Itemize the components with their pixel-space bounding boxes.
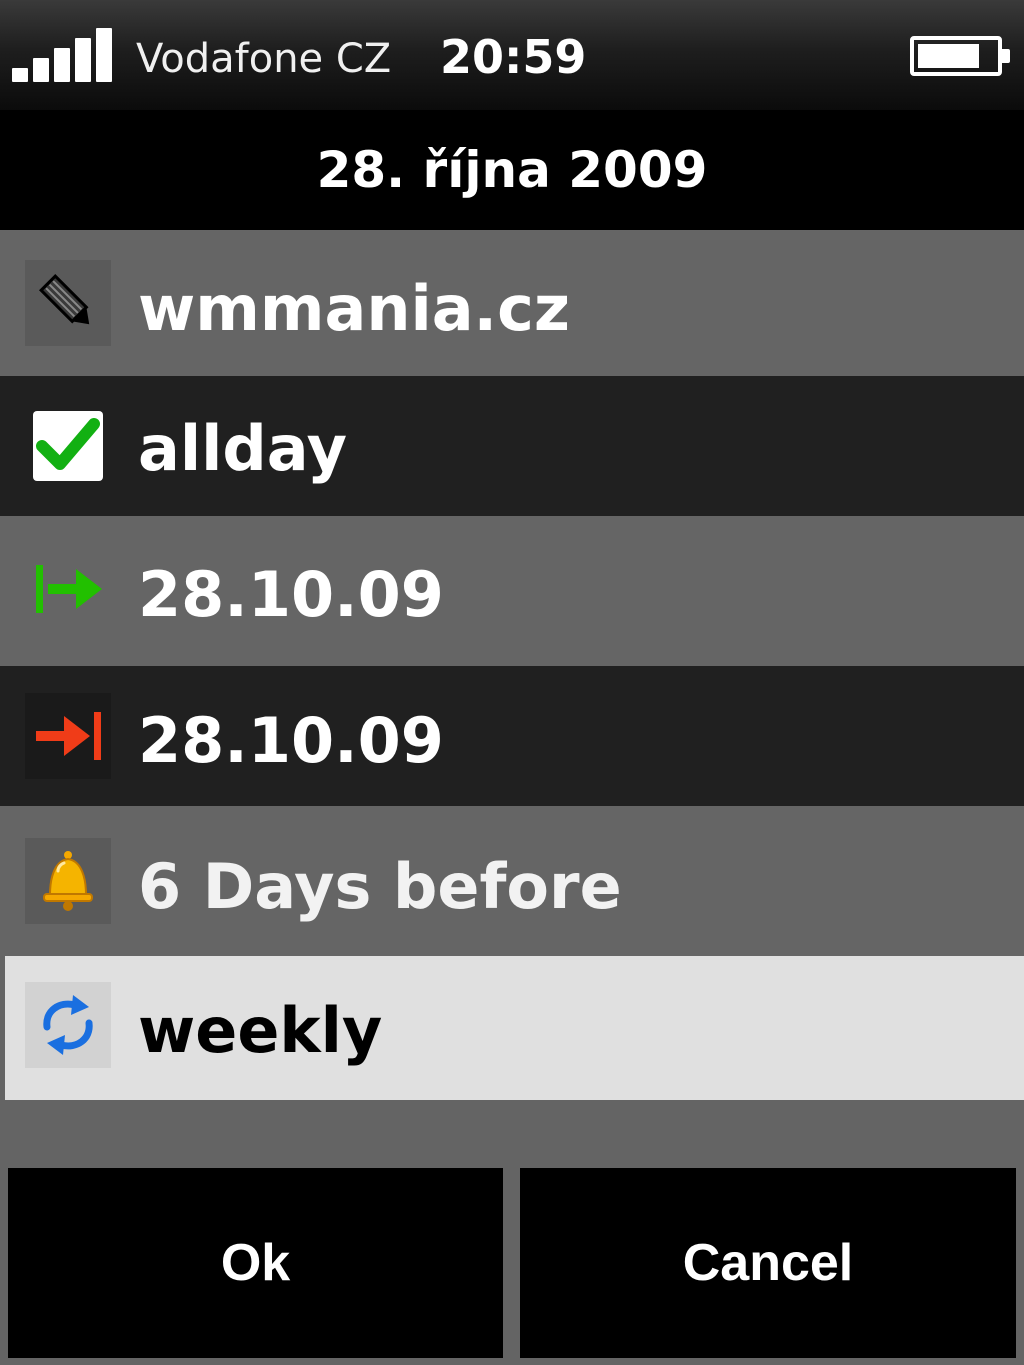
end-arrow-icon [25, 693, 111, 779]
end-date-field[interactable]: 28.10.09 [0, 666, 1024, 806]
start-date-value: 28.10.09 [138, 558, 444, 631]
cancel-button[interactable]: Cancel [520, 1168, 1016, 1358]
reminder-value: 6 Days before [138, 850, 622, 923]
checkmark-icon [36, 418, 100, 470]
status-clock: 20:59 [440, 30, 587, 84]
start-arrow-icon [25, 546, 111, 632]
reminder-field[interactable]: 6 Days before [0, 806, 1024, 956]
subject-field[interactable]: wmmania.cz [0, 230, 1024, 376]
subject-value: wmmania.cz [138, 272, 570, 345]
allday-checkbox[interactable] [25, 403, 111, 489]
page-title: 28. října 2009 [0, 110, 1024, 230]
end-date-value: 28.10.09 [138, 704, 444, 777]
recurrence-value: weekly [138, 994, 383, 1067]
status-bar: Vodafone CZ 20:59 [0, 0, 1024, 110]
allday-toggle[interactable]: allday [0, 376, 1024, 516]
ok-button[interactable]: Ok [8, 1168, 503, 1358]
recurrence-field[interactable]: weekly [5, 956, 1024, 1100]
pencil-icon [25, 260, 111, 346]
carrier-name: Vodafone CZ [136, 36, 392, 82]
signal-strength-icon [12, 28, 122, 82]
allday-label: allday [138, 412, 348, 485]
start-date-field[interactable]: 28.10.09 [0, 516, 1024, 666]
repeat-icon [25, 982, 111, 1068]
battery-icon [910, 36, 1010, 76]
bell-icon [25, 838, 111, 924]
